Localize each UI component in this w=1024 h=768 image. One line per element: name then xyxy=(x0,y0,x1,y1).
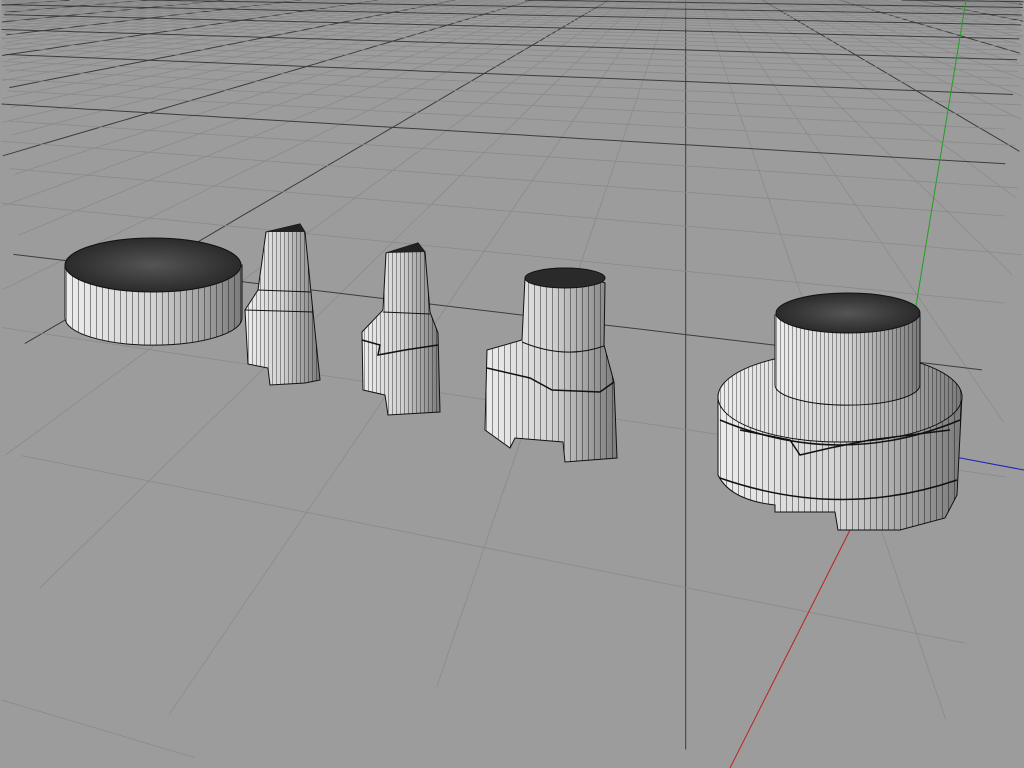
y-axis-line xyxy=(914,0,967,313)
grid-minor-line xyxy=(6,69,1015,117)
viewport-canvas[interactable] xyxy=(0,0,1024,768)
large-hat-part[interactable] xyxy=(717,292,963,531)
medium-sliced-part[interactable] xyxy=(484,267,618,463)
narrow-sliced-part-2[interactable] xyxy=(361,242,441,416)
grid-minor-line xyxy=(6,90,1017,146)
grid-minor-line xyxy=(1,699,195,758)
narrow-sliced-part-1[interactable] xyxy=(244,223,321,386)
grid-major-line xyxy=(1,103,1006,165)
grid-minor-line xyxy=(8,120,1019,189)
z-axis-line xyxy=(954,456,1024,471)
x-axis-line xyxy=(729,529,851,768)
grid-minor-line xyxy=(1,140,1006,217)
grid-major-line xyxy=(1,29,1018,61)
grid-minor-line xyxy=(4,25,1023,56)
3d-viewport[interactable] xyxy=(0,0,1024,768)
grid-minor-line xyxy=(18,0,579,236)
cylinder-disc[interactable] xyxy=(64,237,243,346)
grid-minor-line xyxy=(1,78,1006,130)
grid-minor-line xyxy=(1,47,1021,87)
